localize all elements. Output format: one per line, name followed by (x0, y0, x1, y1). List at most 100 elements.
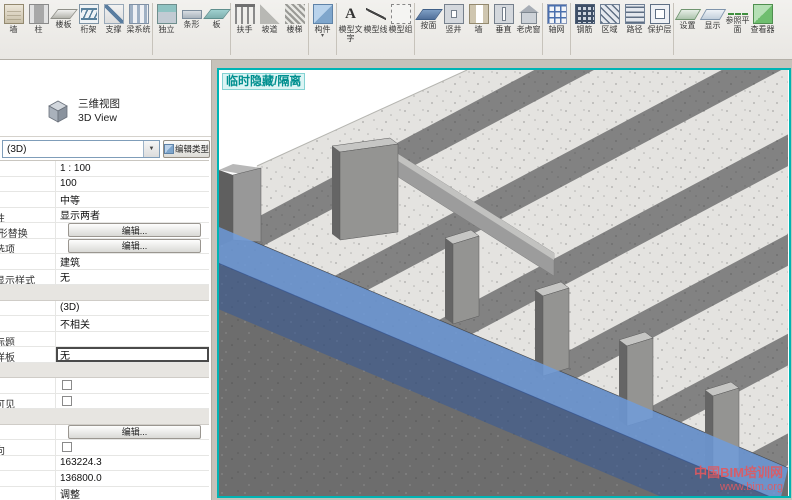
ribbon-button-set[interactable]: 设置 (675, 2, 700, 30)
checkbox[interactable] (62, 380, 72, 390)
prop-value: 编辑... (56, 425, 209, 440)
ribbon-button-label: 楼梯 (287, 25, 303, 34)
prop-value[interactable]: 100 (56, 177, 209, 192)
ribbon-button-ramp[interactable]: 坡道 (257, 2, 282, 34)
ribbon-button-label: 柱 (35, 25, 43, 34)
ribbon-button-cover[interactable]: 保护层 (647, 2, 672, 34)
prop-value[interactable] (56, 332, 209, 347)
edit-type-button[interactable]: 编辑类型 (163, 140, 210, 158)
ribbon-button-shaft[interactable]: 竖井 (441, 2, 466, 34)
ribbon-group-separator (542, 3, 543, 55)
strip-icon (182, 10, 202, 19)
view-selector-combo[interactable]: (3D) ▼ (2, 140, 160, 158)
stair-icon (285, 4, 305, 24)
edit-button[interactable]: 编辑... (68, 425, 201, 439)
prop-label: 零件可见性 (0, 208, 56, 223)
ribbon-button-brace[interactable]: 支撑 (101, 2, 126, 34)
prop-value[interactable]: 163224.3 (56, 456, 209, 471)
ribbon-group-separator (336, 3, 337, 55)
prop-value[interactable]: (3D) (56, 301, 209, 316)
ribbon-button-beam-system[interactable]: 梁系统 (126, 2, 151, 34)
ribbon-button-dormer[interactable]: 老虎窗 (516, 2, 541, 34)
prop-label: 图纸上的标题 (0, 332, 56, 347)
ribbon-button-viewer[interactable]: 查看器 (750, 2, 775, 34)
ribbon-button-truss[interactable]: 桁架 (76, 2, 101, 34)
ribbon-button-by-face[interactable]: 按面 (416, 2, 441, 30)
watermark-line2: www.bim.org (694, 481, 783, 494)
edit-button[interactable]: 编辑... (68, 239, 201, 253)
ribbon-button-vertical[interactable]: 垂直 (491, 2, 516, 34)
prop-row: 规程建筑 (0, 254, 209, 270)
ribbon-button-floor[interactable]: 楼板 (51, 2, 76, 29)
prop-value[interactable]: 1 : 100 (56, 161, 209, 176)
ribbon-button-show[interactable]: 显示 (700, 2, 725, 30)
ribbon-button-slab-found[interactable]: 板 (204, 2, 229, 29)
viewport-canvas[interactable] (219, 70, 789, 496)
checkbox[interactable] (62, 396, 72, 406)
ribbon-button-model-line[interactable]: 模型线 (363, 2, 388, 34)
wall-icon (4, 4, 24, 24)
prop-label: 规程 (0, 254, 56, 269)
ribbon-button-strip[interactable]: 条形 (179, 2, 204, 29)
concrete-beam-stub[interactable] (535, 282, 569, 376)
ribbon-button-label: 钢筋 (577, 25, 593, 34)
ribbon-button-path[interactable]: 路径 (622, 2, 647, 34)
concrete-beam-stub[interactable] (332, 138, 398, 240)
checkbox[interactable] (62, 442, 72, 452)
prop-row: 视点高度163224.3 (0, 456, 209, 472)
ribbon-button-column[interactable]: 柱 (26, 2, 51, 34)
prop-row: 默认分析显示样式无 (0, 270, 209, 286)
prop-row: 详细程度中等 (0, 192, 209, 208)
ribbon-group-foundation: 独立条形板 (154, 2, 229, 34)
prop-value[interactable]: 中等 (56, 192, 209, 207)
prop-value[interactable]: 建筑 (56, 254, 209, 269)
chevron-down-icon[interactable]: ▼ (143, 141, 159, 157)
prop-value[interactable]: 不相关 (56, 316, 209, 331)
ribbon-button-grid[interactable]: 轴网 (544, 2, 569, 34)
prop-value[interactable]: 无 (56, 347, 209, 362)
ribbon-button-wall-opening[interactable]: 墙 (466, 2, 491, 34)
prop-value[interactable]: 调整 (56, 487, 209, 500)
prop-row: 图纸上的标题 (0, 332, 209, 348)
prop-value[interactable]: 显示两者 (56, 208, 209, 223)
edit-button[interactable]: 编辑... (68, 223, 201, 237)
prop-label: 相关性 (0, 316, 56, 331)
ribbon-button-label: 扶手 (237, 25, 253, 34)
ribbon-button-rebar[interactable]: 钢筋 (572, 2, 597, 34)
ribbon-button-label: 桁架 (81, 25, 97, 34)
view-area: 临时隐藏/隔离 中国BIM培训网 www.bim.org (217, 60, 792, 500)
ribbon-button-area[interactable]: 区域 (597, 2, 622, 34)
type-selector[interactable]: 三维视图 3D View (0, 86, 211, 137)
shaft-icon (444, 4, 464, 24)
prop-value (56, 440, 209, 455)
prop-value[interactable]: 136800.0 (56, 471, 209, 486)
ribbon-button-model-group[interactable]: 模型组 (388, 2, 413, 34)
prop-row: 目标高度136800.0 (0, 471, 209, 487)
3d-viewport[interactable]: 临时隐藏/隔离 中国BIM培训网 www.bim.org (217, 68, 791, 498)
prop-row: 视图名称(3D) (0, 301, 209, 317)
ribbon-group-component: 构件▾ (310, 2, 335, 39)
prop-row: 视图比例1 : 100 (0, 161, 209, 177)
view-type-title: 三维视图 (78, 97, 120, 111)
column-icon (29, 4, 49, 24)
ribbon-button-isolated[interactable]: 独立 (154, 2, 179, 34)
floor-icon (50, 9, 78, 19)
ribbon-button-model-text[interactable]: 模型文字 (338, 2, 363, 43)
ribbon-button-label: 区域 (602, 25, 618, 34)
prop-label: 默认视图样板 (0, 347, 56, 362)
concrete-beam-stub[interactable] (445, 230, 479, 324)
type-selector-text: 三维视图 3D View (78, 97, 120, 125)
ribbon-button-label: 梁系统 (127, 25, 151, 34)
prop-label: 可见性/图形替换 (0, 223, 56, 238)
prop-value[interactable]: 无 (56, 270, 209, 285)
ribbon-button-ref-plane[interactable]: 参照平面 (725, 2, 750, 34)
ribbon-button-label: 轴网 (549, 25, 565, 34)
ribbon-button-label: 独立 (159, 25, 175, 34)
model-line-icon (366, 4, 386, 24)
ribbon-button-railing[interactable]: 扶手 (232, 2, 257, 34)
ribbon-button-stair[interactable]: 楼梯 (282, 2, 307, 34)
ribbon-button-component[interactable]: 构件▾ (310, 2, 335, 39)
area-icon (600, 4, 620, 24)
ribbon-button-wall[interactable]: 墙 (1, 2, 26, 34)
by-face-icon (415, 9, 443, 20)
